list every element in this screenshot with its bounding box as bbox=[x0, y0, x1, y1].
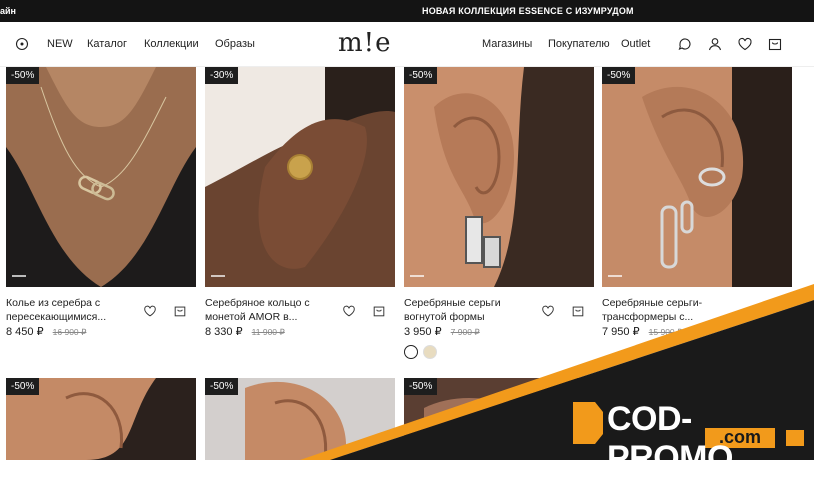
current-price: 3 950 ₽ bbox=[404, 326, 442, 338]
product-image-earrings[interactable]: -50% bbox=[404, 67, 594, 287]
product-name[interactable]: Колье из серебра с пересекающимися... bbox=[6, 296, 131, 324]
product-image-ear[interactable]: -50% bbox=[205, 378, 395, 460]
discount-badge: -50% bbox=[205, 378, 239, 395]
topbar-left-text[interactable]: айн bbox=[0, 6, 16, 16]
announcement-bar: айн НОВАЯ КОЛЛЕКЦИЯ ESSENCE С ИЗУМРУДОМ bbox=[0, 0, 814, 22]
promo-domain-text: .com bbox=[719, 427, 762, 447]
color-swatch-gold[interactable] bbox=[423, 345, 437, 359]
discount-badge: -30% bbox=[205, 67, 239, 84]
nav-item-new[interactable]: NEW bbox=[47, 38, 73, 50]
add-to-favorites-heart-icon[interactable] bbox=[342, 304, 356, 318]
nav-item-customers[interactable]: Покупателю bbox=[548, 38, 610, 50]
product-card[interactable]: -50% Серебряные серьги вогнутой формы 3 … bbox=[404, 67, 594, 362]
product-image-ring[interactable]: -30% bbox=[205, 67, 395, 287]
nav-item-collections[interactable]: Коллекции bbox=[144, 38, 199, 50]
discount-badge: -50% bbox=[6, 378, 40, 395]
product-name[interactable]: Серебряное кольцо с монетой AMOR в... bbox=[205, 296, 330, 324]
bag-icon[interactable] bbox=[767, 36, 783, 52]
product-card[interactable]: -30% Серебряное кольцо с монетой AMOR в.… bbox=[205, 67, 395, 357]
product-image-ear-cuffs[interactable]: -50% bbox=[602, 67, 792, 287]
product-image-model[interactable]: -50% bbox=[404, 378, 594, 460]
nav-item-outlet[interactable]: Outlet bbox=[621, 38, 650, 50]
product-name[interactable]: Серебряные серьги вогнутой формы bbox=[404, 296, 529, 324]
current-price: 8 450 ₽ bbox=[6, 326, 44, 338]
product-price: 8 330 ₽ 11 900 ₽ bbox=[205, 325, 285, 338]
heart-icon[interactable] bbox=[737, 36, 753, 52]
product-price: 7 950 ₽ 15 900 ₽ bbox=[602, 325, 682, 338]
product-card[interactable]: -50% Колье из серебра с пересекающимися.… bbox=[6, 67, 196, 357]
product-image-necklace[interactable]: -50% bbox=[6, 67, 196, 287]
discount-badge: -50% bbox=[602, 67, 636, 84]
add-to-cart-bag-icon[interactable] bbox=[173, 304, 187, 318]
product-card[interactable]: -50% bbox=[6, 378, 196, 460]
add-to-favorites-heart-icon[interactable] bbox=[541, 304, 555, 318]
color-swatch-silver[interactable] bbox=[404, 345, 418, 359]
image-pagination[interactable] bbox=[410, 275, 424, 277]
old-price: 7 900 ₽ bbox=[450, 327, 480, 337]
current-price: 8 330 ₽ bbox=[205, 326, 243, 338]
discount-badge: -50% bbox=[404, 378, 438, 395]
nav-item-looks[interactable]: Образы bbox=[215, 38, 255, 50]
image-pagination[interactable] bbox=[211, 275, 225, 277]
main-navigation: NEW Каталог Коллекции Образы m!e Магазин… bbox=[0, 22, 814, 67]
announcement-text[interactable]: НОВАЯ КОЛЛЕКЦИЯ ESSENCE С ИЗУМРУДОМ bbox=[422, 6, 634, 16]
product-card[interactable]: -50% bbox=[404, 378, 594, 460]
old-price: 11 900 ₽ bbox=[251, 327, 285, 337]
promo-brand-text: COD-PROMO bbox=[607, 400, 733, 477]
discount-badge: -50% bbox=[404, 67, 438, 84]
user-icon[interactable] bbox=[707, 36, 723, 52]
product-card[interactable]: -50% bbox=[205, 378, 395, 460]
product-card[interactable]: -50% Серебряные серьги-трансформеры с...… bbox=[602, 67, 792, 357]
add-to-favorites-heart-icon[interactable] bbox=[143, 304, 157, 318]
product-price: 8 450 ₽ 16 900 ₽ bbox=[6, 325, 86, 338]
old-price: 15 900 ₽ bbox=[648, 327, 683, 337]
add-to-cart-bag-icon[interactable] bbox=[571, 304, 585, 318]
chat-icon[interactable] bbox=[677, 36, 693, 52]
product-price: 3 950 ₽ 7 900 ₽ bbox=[404, 325, 480, 338]
current-price: 7 950 ₽ bbox=[602, 326, 640, 338]
brand-logo[interactable]: m!e bbox=[338, 28, 392, 58]
discount-badge: -50% bbox=[6, 67, 40, 84]
image-pagination[interactable] bbox=[608, 275, 622, 277]
image-pagination[interactable] bbox=[12, 275, 26, 277]
nav-item-stores[interactable]: Магазины bbox=[482, 38, 532, 50]
old-price: 16 900 ₽ bbox=[52, 327, 87, 337]
add-to-cart-bag-icon[interactable] bbox=[372, 304, 386, 318]
product-name[interactable]: Серебряные серьги-трансформеры с... bbox=[602, 296, 727, 324]
product-image-ear[interactable]: -50% bbox=[6, 378, 196, 460]
location-pin-icon[interactable] bbox=[14, 36, 30, 52]
nav-item-catalog[interactable]: Каталог bbox=[87, 38, 127, 50]
